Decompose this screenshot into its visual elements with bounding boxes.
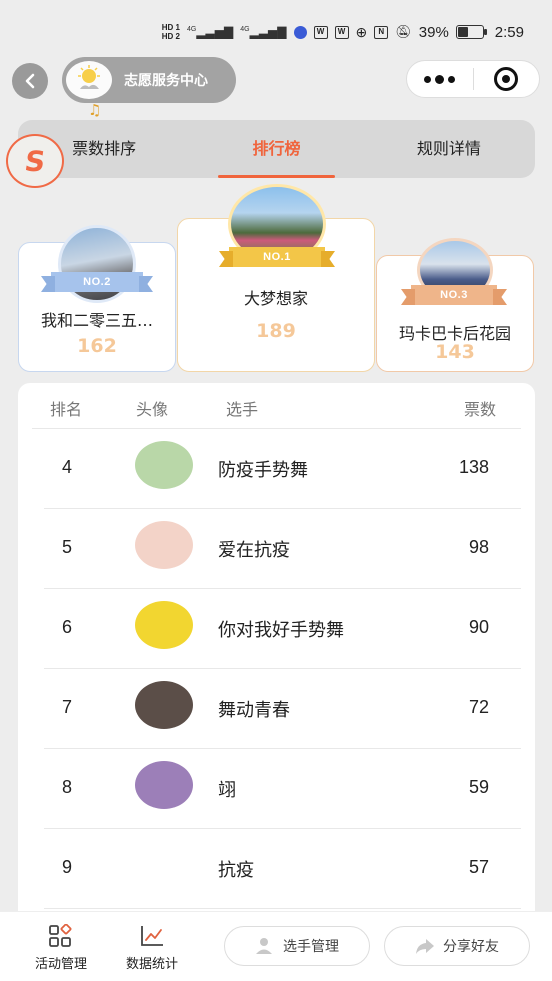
sim2-label: HD 2	[161, 32, 180, 41]
miniapp-capsule	[406, 60, 540, 98]
battery-icon	[455, 25, 487, 39]
wps-icon: W	[313, 25, 328, 39]
row-name: 防疫手势舞	[218, 460, 308, 481]
table-row[interactable]: 7 舞动青春 72	[18, 669, 535, 749]
share-friends-button[interactable]: 分享好友	[384, 926, 530, 966]
battery-percent: 39%	[418, 23, 449, 41]
chart-icon	[117, 922, 187, 950]
clock: 2:59	[494, 23, 524, 41]
row-rank: 9	[62, 857, 73, 877]
signal2-icon: 4G▂▃▅▇	[240, 25, 287, 39]
activity-manage-button[interactable]: 活动管理	[26, 922, 96, 972]
row-name: 抗疫	[218, 860, 254, 881]
table-row[interactable]: 4 防疫手势舞 138	[18, 429, 535, 509]
tab-rules[interactable]: 规则详情	[363, 120, 535, 178]
row-votes: 57	[468, 857, 489, 877]
signal1-icon: 4G▂▃▅▇	[186, 25, 234, 39]
grid-icon	[26, 922, 96, 950]
data-stats-label: 数据统计	[125, 957, 178, 972]
chevron-left-icon	[25, 73, 35, 89]
data-stats-button[interactable]: 数据统计	[117, 922, 187, 972]
globe-icon: ⊕	[355, 23, 368, 40]
row-votes: 59	[468, 777, 489, 797]
table-row[interactable]: 6 你对我好手势舞 90	[18, 589, 535, 669]
s-logo-icon: S	[22, 144, 48, 178]
row-avatar	[135, 441, 193, 489]
podium-name: 我和二零三五…	[40, 311, 153, 330]
table-row[interactable]: 5 爱在抗疫 98	[18, 509, 535, 589]
podium-votes: 189	[256, 320, 296, 342]
row-rank: 5	[62, 537, 73, 557]
row-avatar	[135, 681, 193, 729]
row-name: 翊	[218, 780, 236, 801]
user-icon	[256, 938, 272, 954]
row-votes: 138	[458, 457, 489, 477]
row-name: 你对我好手势舞	[218, 620, 344, 641]
target-icon	[494, 67, 519, 91]
row-votes: 72	[468, 697, 489, 717]
podium-votes: 143	[435, 341, 475, 363]
close-miniapp-button[interactable]	[474, 67, 540, 91]
row-avatar	[135, 521, 193, 569]
header-votes: 票数	[464, 400, 497, 419]
rank-ribbon-1: NO.1	[229, 247, 325, 267]
sim1-label: HD 1	[161, 23, 180, 32]
more-dot-icon	[435, 74, 445, 84]
more-dot-icon	[448, 75, 456, 83]
floating-s-badge[interactable]: S	[6, 134, 64, 188]
player-manage-button[interactable]: 选手管理	[224, 926, 370, 966]
status-bar: HD 1 HD 2 4G▂▃▅▇ 4G▂▃▅▇ W W ⊕ N 🔕︎ 39% 2…	[0, 0, 552, 64]
header-avatar: 头像	[136, 400, 169, 419]
rank-list: 排名 头像 选手 票数 4 防疫手势舞 138 5 爱在抗疫 98 6 你对我好…	[18, 383, 535, 981]
player-manage-label: 选手管理	[283, 939, 339, 955]
row-avatar	[135, 761, 193, 809]
back-button[interactable]	[12, 63, 48, 99]
wps2-icon: W	[334, 25, 349, 39]
nfc-icon: N	[374, 25, 389, 39]
row-rank: 8	[62, 777, 73, 797]
rank-list-header: 排名 头像 选手 票数	[18, 383, 535, 429]
row-name: 爱在抗疫	[218, 540, 290, 561]
more-dot-icon	[424, 75, 432, 83]
activity-manage-label: 活动管理	[34, 957, 87, 972]
table-row[interactable]: 9 抗疫 57	[18, 829, 535, 909]
row-avatar	[135, 601, 193, 649]
music-note-icon[interactable]: ♫	[88, 101, 101, 119]
row-rank: 6	[62, 617, 73, 637]
podium-votes: 162	[77, 335, 117, 357]
row-votes: 98	[468, 537, 489, 557]
sun-logo-icon	[66, 61, 112, 99]
miniapp-title-pill[interactable]: 志愿服务中心	[62, 57, 236, 103]
table-row[interactable]: 8 翊 59	[18, 749, 535, 829]
rank-ribbon-3: NO.3	[411, 285, 497, 305]
miniapp-title: 志愿服务中心	[124, 73, 208, 89]
row-votes: 90	[468, 617, 489, 637]
tab-bar: 票数排序 排行榜 规则详情	[18, 120, 535, 178]
row-rank: 4	[62, 457, 73, 477]
more-menu-button[interactable]	[407, 74, 473, 84]
row-rank: 7	[62, 697, 73, 717]
row-divider	[44, 908, 521, 909]
row-name: 舞动青春	[218, 700, 290, 721]
app-notify-icon	[293, 25, 307, 39]
bottom-bar: 活动管理 数据统计 选手管理 分享好友	[0, 911, 552, 981]
tab-leaderboard[interactable]: 排行榜	[190, 120, 362, 178]
podium-name: 大梦想家	[243, 289, 308, 308]
share-friends-label: 分享好友	[443, 939, 499, 955]
header-player: 选手	[226, 400, 259, 419]
mute-icon: 🔕︎	[395, 24, 412, 39]
rank-ribbon-2: NO.2	[51, 272, 143, 292]
sim-indicator: HD 1 HD 2	[162, 23, 180, 41]
share-arrow-icon	[416, 939, 434, 954]
header-rank: 排名	[50, 400, 83, 419]
